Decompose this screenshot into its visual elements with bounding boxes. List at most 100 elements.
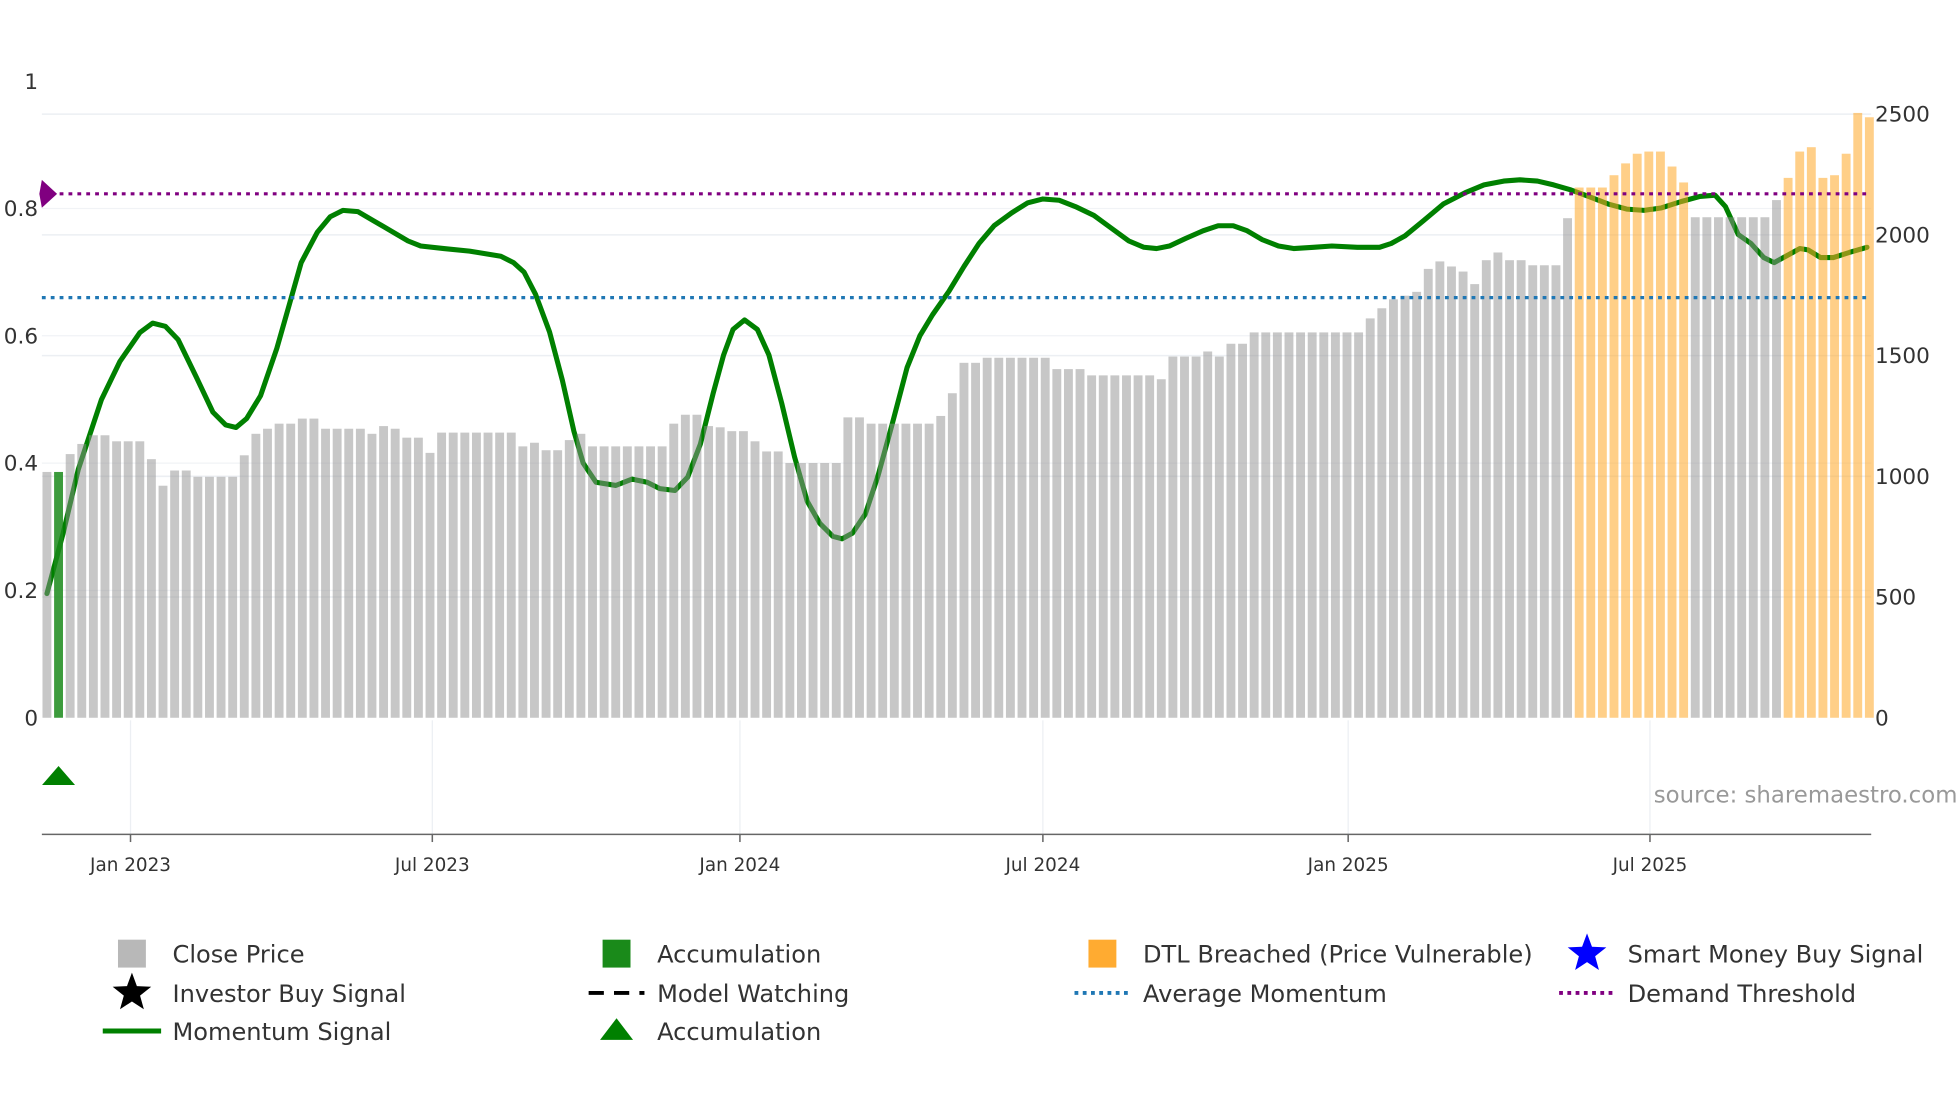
- close-price-bar: [1772, 200, 1781, 718]
- close-price-bar: [112, 441, 122, 718]
- close-price-bar: [1145, 375, 1155, 718]
- dtl-breached-bar: [1621, 163, 1631, 718]
- close-price-bar: [971, 362, 980, 718]
- close-price-bar: [1539, 265, 1549, 718]
- close-price-bar: [1040, 357, 1050, 718]
- close-price-bar: [181, 470, 191, 718]
- close-price-bar: [425, 452, 435, 718]
- accumulation-bar: [54, 471, 63, 718]
- right-axis-tick-label: 2000: [1875, 223, 1930, 248]
- close-price-bar: [1180, 356, 1189, 718]
- dtl-breached-bar: [1655, 151, 1665, 718]
- close-price-bar: [704, 426, 714, 718]
- close-price-bar: [77, 443, 87, 718]
- legend-label: Accumulation: [657, 941, 821, 969]
- left-axis-tick-label: 0.4: [4, 452, 38, 477]
- close-price-bar: [297, 418, 307, 718]
- legend-item: Average Momentum: [1074, 980, 1387, 1008]
- left-axis-tick-label: 1: [24, 70, 38, 95]
- close-price-bar: [1005, 357, 1015, 718]
- investor-buy-signal-star-icon: [112, 972, 152, 1010]
- dtl-breached-bar: [1864, 117, 1874, 718]
- close-price-bar: [1423, 268, 1433, 718]
- close-price-bar: [994, 357, 1004, 718]
- legend-label: Close Price: [173, 941, 305, 969]
- close-price-bar: [170, 470, 180, 718]
- x-tick-label: Jul 2023: [394, 855, 470, 876]
- close-price-bar: [1272, 332, 1282, 718]
- close-price-bar: [1168, 356, 1178, 718]
- close-price-bar: [1365, 318, 1375, 718]
- close-price-bar: [588, 446, 597, 718]
- x-tick-label: Jul 2024: [1004, 855, 1080, 876]
- close-price-bar: [1377, 308, 1387, 718]
- close-price-bar: [239, 455, 249, 718]
- close-price-bar: [785, 463, 795, 718]
- close-price-bar: [1261, 332, 1271, 718]
- dtl-breached-bar: [1795, 151, 1805, 718]
- close-price-bar: [901, 423, 911, 718]
- close-price-bar: [1214, 356, 1224, 718]
- close-price-bar: [344, 428, 354, 718]
- legend-label: Investor Buy Signal: [173, 980, 406, 1008]
- close-price-bar: [855, 417, 864, 718]
- dtl-breached-bar: [1609, 175, 1619, 718]
- close-price-bar: [65, 454, 75, 718]
- close-price-bar: [1249, 332, 1259, 718]
- close-price-bar: [100, 435, 110, 718]
- dtl-breached-bar: [1853, 112, 1863, 718]
- close-price-bar: [146, 459, 156, 718]
- legend-label: Accumulation: [657, 1018, 821, 1046]
- legend-item: Accumulation: [602, 939, 821, 969]
- legend-label: Momentum Signal: [173, 1018, 392, 1046]
- close-price-bar: [1203, 351, 1213, 718]
- close-price-bar: [1075, 369, 1085, 718]
- close-price-bar: [820, 463, 830, 718]
- close-price-bar: [669, 423, 679, 718]
- legend-label: Smart Money Buy Signal: [1628, 941, 1924, 969]
- close-price-bar: [1296, 332, 1306, 718]
- left-axis-tick-label: 0.6: [4, 324, 38, 349]
- close-price-bar: [448, 432, 458, 718]
- x-tick-label: Jan 2025: [1307, 855, 1389, 876]
- right-axis-tick-label: 500: [1875, 586, 1916, 611]
- close-price-bar: [599, 446, 609, 718]
- close-price-bar: [1388, 299, 1398, 718]
- momentum-price-chart: Jan 2023 Jul 2023 Jan 2024 Jul 2024 Jan 2025…: [4, 70, 1958, 1046]
- accumulation-triangle-marker: [42, 765, 76, 785]
- close-price-bar: [808, 463, 818, 718]
- close-price-bar: [657, 446, 667, 718]
- x-tick-label: Jan 2023: [89, 855, 171, 876]
- close-price-bar: [1702, 217, 1712, 718]
- close-price-bar: [506, 432, 516, 718]
- close-price-bar: [379, 426, 389, 718]
- legend-item: Investor Buy Signal: [112, 972, 406, 1010]
- close-price-bar: [390, 428, 400, 718]
- close-price-bar: [251, 433, 261, 718]
- close-price-bar: [1354, 332, 1364, 718]
- close-price-bar: [611, 446, 621, 718]
- close-price-bar: [947, 393, 957, 718]
- close-price-bar: [553, 450, 563, 718]
- dtl-breached-bar: [1597, 187, 1607, 718]
- close-price-bar: [1122, 375, 1131, 718]
- close-price-bar: [1493, 252, 1503, 718]
- close-price-bar: [413, 437, 423, 718]
- close-price-bar: [634, 446, 644, 718]
- dtl-breached-bar: [1644, 151, 1654, 718]
- close-price-bar: [564, 440, 574, 718]
- legend-item: Demand Threshold: [1559, 980, 1856, 1008]
- close-price-bar: [483, 432, 493, 718]
- close-price-bar: [355, 428, 365, 718]
- dtl-breached-price-vulnerable-square-icon: [1088, 939, 1117, 968]
- close-price-bar: [1737, 217, 1747, 718]
- close-price-bar: [843, 417, 853, 718]
- close-price-bar: [332, 428, 342, 718]
- legend: Close Price Accumulation DTL Breached (Pri…: [102, 933, 1924, 1046]
- legend-label: Demand Threshold: [1628, 980, 1856, 1008]
- close-price-bar: [1725, 217, 1735, 718]
- close-price-bar: [321, 428, 330, 718]
- legend-item: Model Watching: [588, 980, 849, 1008]
- close-price-bar: [889, 423, 899, 718]
- close-price-bar: [750, 441, 760, 718]
